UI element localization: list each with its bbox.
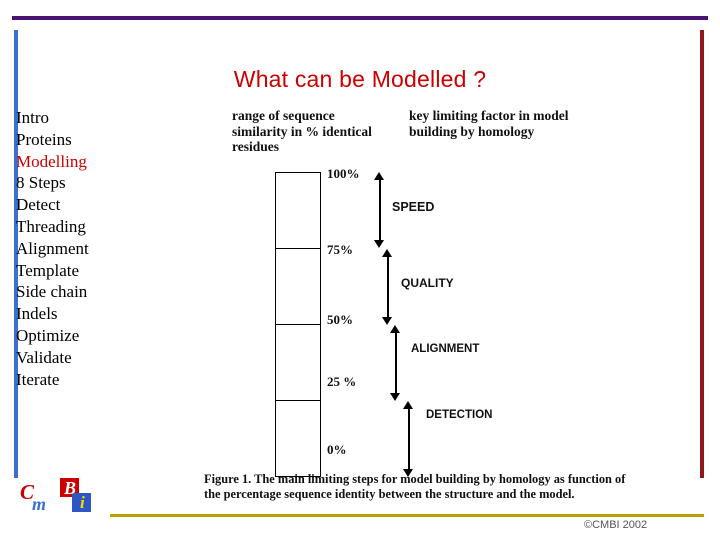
scale-tick-50 <box>275 324 321 325</box>
outline-item-proteins[interactable]: Proteins <box>16 129 126 151</box>
outline-item-detect[interactable]: Detect <box>16 194 126 216</box>
outline-item-intro[interactable]: Intro <box>16 107 126 129</box>
logo-letter-b: B <box>64 478 77 498</box>
stage-label-alignment: ALIGNMENT <box>411 343 480 355</box>
stage-label-detection: DETECTION <box>426 409 493 421</box>
scale-label-0: 0% <box>327 442 347 457</box>
stage-label-quality: QUALITY <box>401 276 454 290</box>
page-title: What can be Modelled ? <box>233 66 487 92</box>
outline-item-indels[interactable]: Indels <box>16 303 126 325</box>
outline-item-alignment[interactable]: Alignment <box>16 238 126 260</box>
stage-label-speed: SPEED <box>392 200 435 214</box>
figure-container: range of sequence similarity in % identi… <box>170 104 630 501</box>
outline-item-side-chain[interactable]: Side chain <box>16 281 126 303</box>
scale-label-75: 75% <box>327 242 353 257</box>
scale-label-100: 100% <box>327 166 360 181</box>
cmbi-logo: C m B i <box>18 478 110 526</box>
figure-header-left: range of sequence similarity in % identi… <box>232 108 372 154</box>
outline-item-validate[interactable]: Validate <box>16 347 126 369</box>
top-divider <box>12 16 708 20</box>
outline-item-threading[interactable]: Threading <box>16 216 126 238</box>
scale-tick-75 <box>275 248 321 249</box>
logo-letter-m: m <box>32 494 47 514</box>
outline-list: Intro Proteins Modelling 8 Steps Detect … <box>16 107 126 390</box>
double-arrow-quality-icon <box>382 249 393 325</box>
outline-item-optimize[interactable]: Optimize <box>16 325 126 347</box>
logo-letter-i: i <box>80 493 85 512</box>
outline-item-8-steps[interactable]: 8 Steps <box>16 172 126 194</box>
double-arrow-alignment-icon <box>390 325 401 401</box>
outline-item-modelling[interactable]: Modelling <box>16 151 126 173</box>
outline-item-template[interactable]: Template <box>16 260 126 282</box>
scale-tick-25 <box>275 400 321 401</box>
double-arrow-speed-icon <box>374 172 385 248</box>
double-arrow-detection-icon <box>403 401 414 477</box>
outline-item-iterate[interactable]: Iterate <box>16 369 126 391</box>
scale-label-50: 50% <box>327 312 353 327</box>
scale-label-25: 25 % <box>327 374 357 389</box>
copyright-text: ©CMBI 2002 <box>584 519 648 531</box>
bottom-divider <box>110 514 704 517</box>
figure-header-right: key limiting factor in model building by… <box>409 108 569 139</box>
figure-caption: Figure 1. The main limiting steps for mo… <box>204 472 626 501</box>
right-accent-bar <box>700 30 704 478</box>
